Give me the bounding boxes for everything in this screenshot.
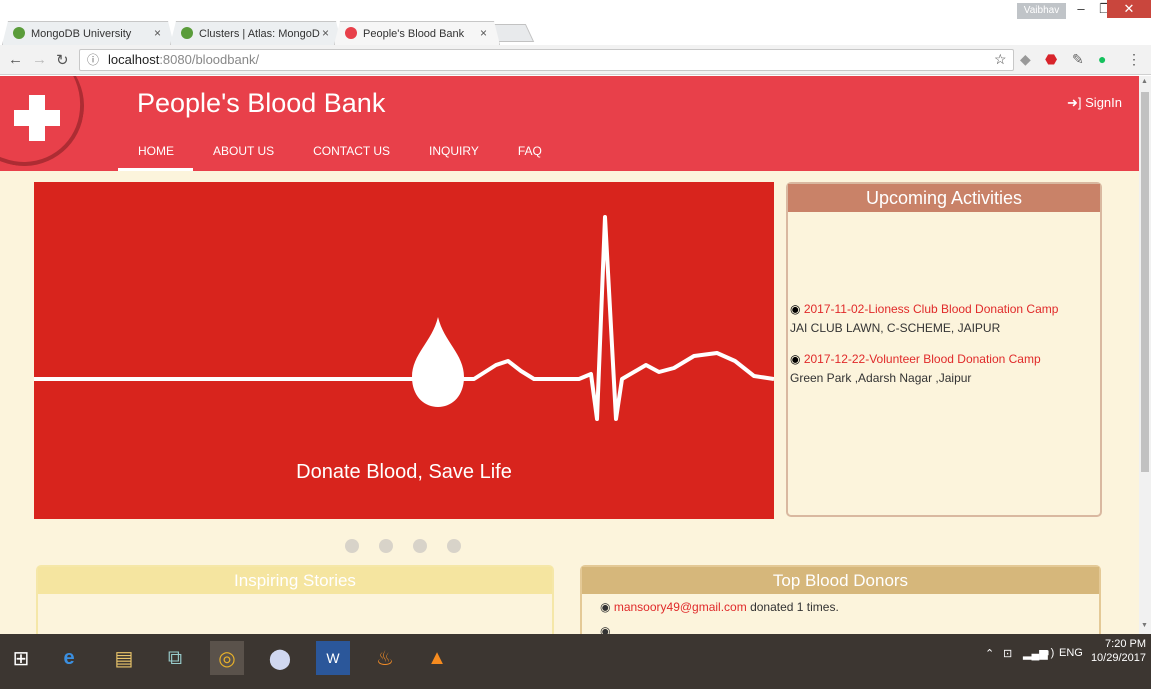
back-icon[interactable]: ← [8,51,23,68]
volume-icon[interactable]: ◖) [1044,647,1054,659]
mongodb-leaf-icon [181,27,193,39]
stories-heading: Inspiring Stories [38,567,552,594]
donor-item-partial: ◉ [600,624,610,634]
main-nav: HOME ABOUT US CONTACT US INQUIRY FAQ [118,136,561,171]
top-donors-panel: Top Blood Donors ◉ mansoory49@gmail.com … [580,565,1101,634]
scroll-up-icon[interactable]: ▲ [1141,78,1148,85]
url-path: :8080/bloodbank/ [159,52,260,67]
window-user-badge[interactable]: Vaibhav [1017,3,1066,19]
close-tab-icon[interactable]: × [154,26,161,40]
carousel-indicators [345,539,461,553]
inspiring-stories-panel: Inspiring Stories [36,565,554,634]
nav-inquiry[interactable]: INQUIRY [409,136,498,171]
cross-icon-bar [14,110,60,126]
forward-icon[interactable]: → [32,51,47,68]
donor-item: ◉ mansoory49@gmail.com donated 1 times. [600,600,839,614]
word-icon[interactable]: W [316,641,350,675]
radio-bullet-icon: ◉ [600,624,611,634]
activity-address: JAI CLUB LAWN, C-SCHEME, JAIPUR [790,321,1001,335]
activity-address: Green Park ,Adarsh Nagar ,Jaipur [790,371,972,385]
blood-bank-favicon-icon [345,27,357,39]
activities-heading: Upcoming Activities [788,184,1100,212]
internet-explorer-icon[interactable]: e [52,641,86,675]
close-tab-icon[interactable]: × [480,26,487,40]
signin-label: SignIn [1085,95,1123,110]
nav-about-us[interactable]: ABOUT US [193,136,293,171]
tray-network-icon[interactable]: ⊡ [1003,647,1012,660]
url-host: localhost [108,52,160,67]
activity-item: ◉ 2017-12-22-Volunteer Blood Donation Ca… [790,350,1041,388]
vlc-icon[interactable]: ▲ [420,641,454,675]
windows-start-icon[interactable]: ⊞ [4,641,38,675]
activity-title-link[interactable]: 2017-11-02-Lioness Club Blood Donation C… [804,302,1059,316]
site-header: People's Blood Bank ➜] SignIn HOME ABOUT… [0,76,1139,176]
radio-bullet-icon: ◉ [600,600,611,614]
carousel-caption: Donate Blood, Save Life [296,461,512,483]
activity-item: ◉ 2017-11-02-Lioness Club Blood Donation… [790,300,1058,338]
url-field[interactable]: ⓘ localhost:8080/bloodbank/ [79,49,1014,71]
java-icon[interactable]: ♨ [368,641,402,675]
tray-expand-icon[interactable]: ⌃ [985,647,994,660]
activity-title-link[interactable]: 2017-12-22-Volunteer Blood Donation Camp [804,352,1041,366]
donor-email-link[interactable]: mansoory49@gmail.com [614,600,747,614]
carousel-dot-1[interactable] [345,539,359,553]
tab-atlas-clusters[interactable]: Clusters | Atlas: MongoD × [170,21,342,45]
page-viewport: People's Blood Bank ➜] SignIn HOME ABOUT… [0,76,1139,634]
extension-shield-icon[interactable]: ◆ [1020,51,1031,68]
nav-contact-us[interactable]: CONTACT US [293,136,409,171]
tab-strip: MongoDB University × Clusters | Atlas: M… [0,19,1151,45]
clock-time: 7:20 PM [1105,638,1146,650]
mongodb-leaf-icon [13,27,25,39]
adblock-icon[interactable]: ⬣ [1045,51,1057,68]
minimize-button[interactable]: – [1068,0,1094,18]
network-icon[interactable]: ⧉ [158,641,192,675]
upcoming-activities-panel: Upcoming Activities ◉ 2017-11-02-Lioness… [786,182,1102,517]
donors-heading: Top Blood Donors [582,567,1099,594]
info-icon[interactable]: ⓘ [87,50,99,70]
file-explorer-icon[interactable]: ▤ [107,641,141,675]
carousel-dot-4[interactable] [447,539,461,553]
blood-drop-icon [412,317,464,407]
address-bar-row: ← → ↻ ⓘ localhost:8080/bloodbank/ ☆ ◆ ⬣ … [0,45,1151,75]
signin-link[interactable]: ➜] SignIn [1067,95,1122,111]
clock-date: 10/29/2017 [1090,652,1146,664]
menu-dots-icon[interactable]: ⋮ [1127,51,1141,68]
windows-taskbar: ⊞ e ▤ ⧉ ◎ ⬤ W ♨ ▲ ⌃ ⊡ ▂▄▆ ◖) ENG 7:20 PM… [0,634,1151,689]
site-title[interactable]: People's Blood Bank [137,88,385,119]
carousel-dot-2[interactable] [379,539,393,553]
scrollbar-thumb[interactable] [1141,92,1149,472]
tab-label: People's Blood Bank [363,27,465,40]
hero-carousel[interactable]: Donate Blood, Save Life [34,182,774,519]
tab-mongodb-university[interactable]: MongoDB University × [2,21,174,45]
radio-bullet-icon: ◉ [790,302,801,316]
eyedropper-icon[interactable]: ✎ [1072,51,1084,68]
tab-label: MongoDB University [31,27,132,40]
radio-bullet-icon: ◉ [790,352,801,366]
site-logo[interactable] [0,76,94,176]
page-scrollbar[interactable]: ▲ ▼ [1139,76,1151,634]
signin-icon: ➜] [1067,95,1082,110]
eclipse-icon[interactable]: ⬤ [263,641,297,675]
tab-peoples-blood-bank[interactable]: People's Blood Bank × [334,21,500,45]
close-tab-icon[interactable]: × [322,26,329,40]
carousel-dot-3[interactable] [413,539,427,553]
scroll-down-icon[interactable]: ▼ [1141,622,1148,629]
donor-count-text: donated 1 times. [750,600,839,614]
chrome-icon[interactable]: ◎ [210,641,244,675]
grammarly-icon[interactable]: ● [1098,51,1106,67]
bookmark-star-icon[interactable]: ☆ [994,51,1007,68]
nav-home[interactable]: HOME [118,136,193,171]
nav-faq[interactable]: FAQ [498,136,561,171]
taskbar-clock[interactable]: 7:20 PM 10/29/2017 [1076,637,1146,665]
reload-icon[interactable]: ↻ [56,51,69,69]
close-window-button[interactable]: ✕ [1107,0,1151,18]
tab-label: Clusters | Atlas: MongoD [199,27,320,40]
